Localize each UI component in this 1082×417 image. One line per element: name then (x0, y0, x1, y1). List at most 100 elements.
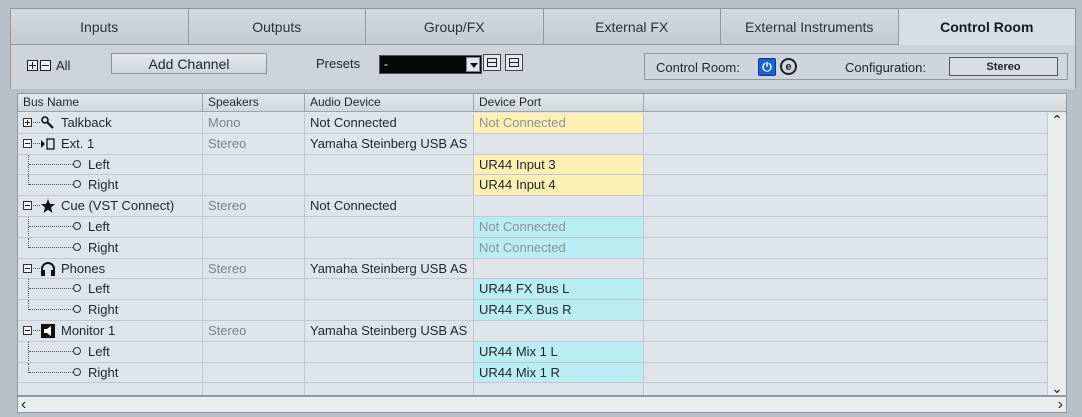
device-port-cell[interactable]: UR44 FX Bus L (474, 279, 644, 300)
speakers-cell[interactable]: Stereo (203, 258, 305, 279)
audio-device-cell[interactable]: Yamaha Steinberg USB AS (305, 258, 474, 279)
audio-device-cell[interactable] (305, 279, 474, 300)
device-port-cell[interactable]: Not Connected (474, 237, 644, 258)
horizontal-scrollbar[interactable]: ‹ › (17, 396, 1067, 413)
speakers-cell[interactable] (203, 237, 305, 258)
monitor-enable-icon[interactable]: e (780, 58, 797, 75)
device-port-cell[interactable]: UR44 FX Bus R (474, 300, 644, 320)
collapse-all-icon[interactable] (40, 60, 51, 71)
device-port-cell[interactable]: UR44 Input 4 (474, 175, 644, 196)
device-port-cell[interactable] (474, 383, 644, 395)
bus-name-cell[interactable]: Left (18, 341, 203, 362)
port-row[interactable]: Left UR44 Mix 1 L (18, 341, 1048, 363)
bus-name-cell[interactable]: Right (18, 175, 203, 196)
speakers-cell[interactable] (203, 362, 305, 383)
column-header-device-port[interactable]: Device Port (474, 94, 644, 112)
configuration-dropdown[interactable]: Stereo (949, 57, 1058, 76)
collapse-icon[interactable] (23, 325, 32, 335)
collapse-icon[interactable] (23, 263, 32, 273)
audio-device-cell[interactable]: Not Connected (305, 113, 474, 133)
bus-name-cell[interactable]: Ext. 1 (18, 133, 203, 154)
bus-row[interactable]: Cue (VST Connect) Stereo Not Connected (18, 196, 1048, 217)
audio-device-cell[interactable] (305, 383, 474, 395)
device-port-cell[interactable] (474, 320, 644, 341)
tab-control-room[interactable]: Control Room (897, 8, 1076, 45)
speakers-cell[interactable] (203, 341, 305, 362)
bus-name-cell[interactable]: Left (18, 216, 203, 237)
vertical-scrollbar[interactable]: ⌃ ⌄ (1047, 113, 1066, 395)
audio-device-cell[interactable] (305, 237, 474, 258)
device-port-cell[interactable]: UR44 Input 3 (474, 154, 644, 175)
bus-name-cell[interactable]: Phones (18, 258, 203, 279)
bus-name-cell[interactable]: Left (18, 154, 203, 175)
audio-device-cell[interactable]: Yamaha Steinberg USB AS (305, 320, 474, 341)
tab-external-instruments[interactable]: External Instruments (720, 8, 898, 44)
speakers-cell[interactable]: Stereo (203, 196, 305, 216)
column-header-bus-name[interactable]: Bus Name (18, 94, 203, 112)
bus-name-cell[interactable] (18, 383, 203, 395)
scroll-up-icon[interactable]: ⌃ (1051, 113, 1063, 127)
chevron-down-icon[interactable] (466, 57, 480, 72)
add-channel-button[interactable]: Add Channel (111, 53, 267, 74)
tab-outputs[interactable]: Outputs (187, 8, 365, 44)
bus-row[interactable]: Phones Stereo Yamaha Steinberg USB AS (18, 258, 1048, 280)
port-row[interactable]: Right UR44 Input 4 (18, 175, 1048, 197)
audio-device-cell[interactable]: Not Connected (305, 196, 474, 216)
speakers-cell[interactable] (203, 383, 305, 395)
audio-device-cell[interactable] (305, 216, 474, 237)
expand-collapse-all[interactable]: All (27, 58, 70, 73)
speakers-cell[interactable] (203, 154, 305, 175)
tab-inputs[interactable]: Inputs (10, 8, 188, 44)
port-row[interactable]: Right UR44 FX Bus R (18, 300, 1048, 321)
collapse-icon[interactable] (23, 201, 32, 211)
audio-device-cell[interactable]: Yamaha Steinberg USB AS (305, 133, 474, 154)
audio-device-cell[interactable] (305, 175, 474, 196)
audio-device-cell[interactable] (305, 362, 474, 383)
speakers-cell[interactable] (203, 279, 305, 300)
bus-name-cell[interactable]: Right (18, 362, 203, 383)
column-header-speakers[interactable]: Speakers (203, 94, 305, 112)
speakers-cell[interactable]: Stereo (203, 320, 305, 341)
device-port-cell[interactable]: UR44 Mix 1 R (474, 362, 644, 383)
empty-row[interactable] (18, 383, 1048, 395)
device-port-cell[interactable]: Not Connected (474, 113, 644, 133)
speakers-cell[interactable]: Stereo (203, 133, 305, 154)
save-preset-button[interactable] (483, 54, 501, 71)
bus-name-cell[interactable]: Right (18, 237, 203, 258)
speakers-cell[interactable] (203, 300, 305, 320)
bus-name-cell[interactable]: Talkback (18, 113, 203, 133)
delete-preset-button[interactable] (505, 54, 523, 71)
bus-name-cell[interactable]: Cue (VST Connect) (18, 196, 203, 216)
audio-device-cell[interactable] (305, 300, 474, 320)
expand-all-icon[interactable] (27, 60, 38, 71)
power-button[interactable]: ⏻ (758, 58, 776, 76)
speakers-cell[interactable] (203, 216, 305, 237)
bus-name-cell[interactable]: Right (18, 300, 203, 320)
tab-external-fx[interactable]: External FX (542, 8, 720, 44)
port-row[interactable]: Left UR44 Input 3 (18, 154, 1048, 176)
scroll-down-icon[interactable]: ⌄ (1051, 381, 1063, 395)
scroll-right-icon[interactable]: › (1058, 396, 1063, 414)
bus-row[interactable]: Ext. 1 Stereo Yamaha Steinberg USB AS (18, 133, 1048, 155)
device-port-cell[interactable]: UR44 Mix 1 L (474, 341, 644, 362)
scroll-left-icon[interactable]: ‹ (21, 396, 26, 414)
bus-row[interactable]: Monitor 1 Stereo Yamaha Steinberg USB AS (18, 320, 1048, 342)
port-row[interactable]: Left Not Connected (18, 216, 1048, 238)
audio-device-cell[interactable] (305, 341, 474, 362)
column-header-audio-device[interactable]: Audio Device (305, 94, 474, 112)
audio-device-cell[interactable] (305, 154, 474, 175)
expand-icon[interactable] (23, 118, 32, 127)
bus-name-cell[interactable]: Monitor 1 (18, 320, 203, 341)
port-row[interactable]: Right Not Connected (18, 237, 1048, 259)
port-row[interactable]: Left UR44 FX Bus L (18, 279, 1048, 301)
device-port-cell[interactable] (474, 196, 644, 216)
speakers-cell[interactable]: Mono (203, 113, 305, 133)
presets-dropdown[interactable]: - (379, 55, 482, 74)
device-port-cell[interactable] (474, 133, 644, 154)
collapse-icon[interactable] (23, 138, 32, 148)
device-port-cell[interactable]: Not Connected (474, 216, 644, 237)
bus-row[interactable]: Talkback Mono Not Connected Not Connected (18, 113, 1048, 134)
device-port-cell[interactable] (474, 258, 644, 279)
tab-group-fx[interactable]: Group/FX (365, 8, 543, 44)
bus-name-cell[interactable]: Left (18, 279, 203, 300)
